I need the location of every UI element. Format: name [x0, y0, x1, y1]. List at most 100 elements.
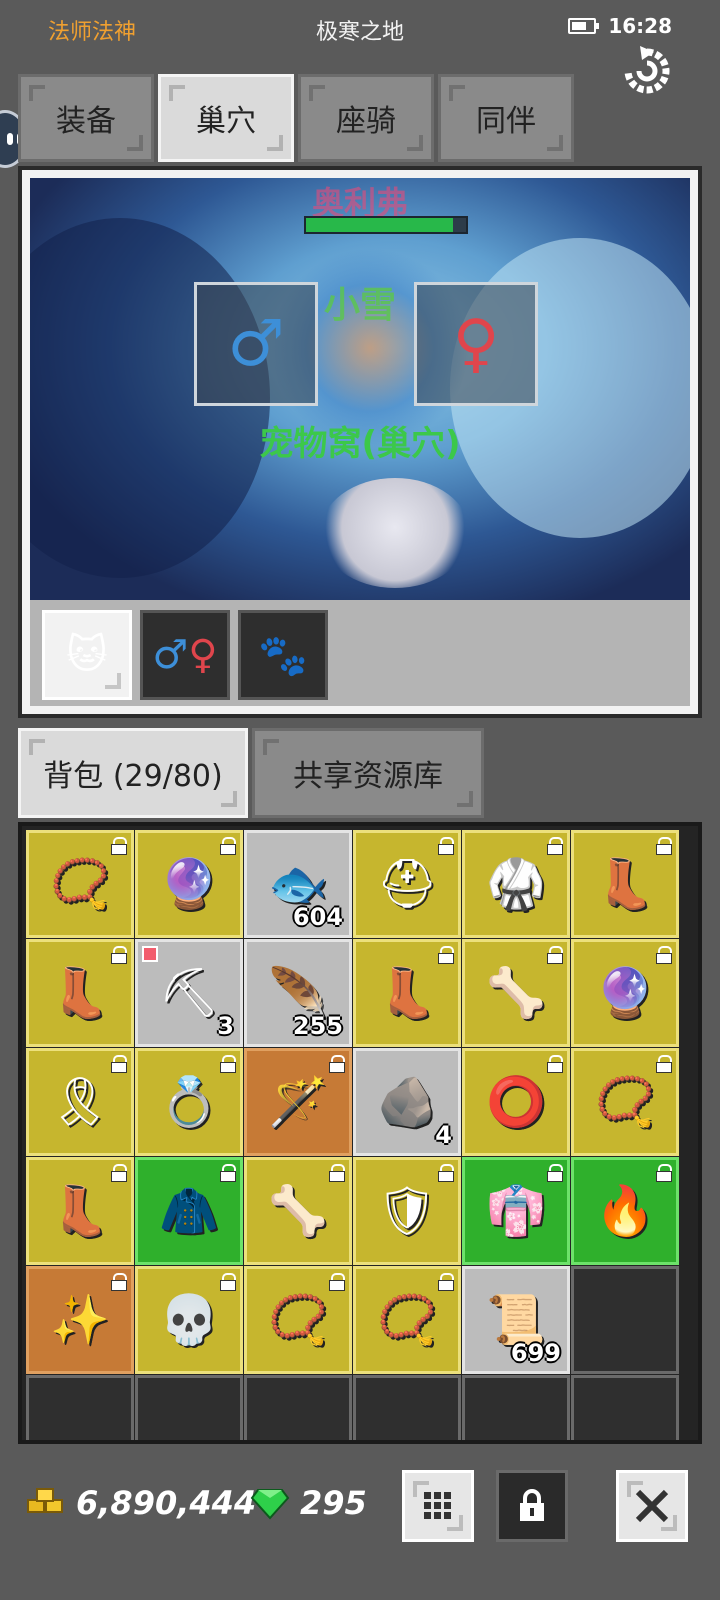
emerald-necklace-icon: 📿	[377, 1292, 437, 1348]
lock-icon	[111, 1164, 127, 1182]
lock-icon	[111, 1055, 127, 1073]
inventory-slot[interactable]: ✨	[26, 1266, 134, 1374]
fire-staff-icon: 🔥	[595, 1183, 655, 1239]
inventory-slot[interactable]: 🪨 4	[353, 1048, 461, 1156]
gold-coins-icon	[27, 1488, 63, 1513]
helmet-icon: ⛑	[376, 856, 438, 912]
item-count: 3	[217, 1012, 234, 1040]
inventory-slot[interactable]: 🪶 255	[244, 939, 352, 1047]
inventory-slot[interactable]: 🔮	[135, 830, 243, 938]
inventory-slot[interactable]: ⭕	[462, 1048, 570, 1156]
subtab-pet[interactable]: 🐱	[42, 610, 132, 700]
empty-slot[interactable]	[353, 1375, 461, 1440]
lock-icon	[656, 837, 672, 855]
lock-icon	[220, 1164, 236, 1182]
inventory-slot[interactable]: ⛏ 3	[135, 939, 243, 1047]
subtab-breed[interactable]: ♂ ♀	[140, 610, 230, 700]
refresh-icon[interactable]	[620, 44, 674, 98]
item-count: 699	[510, 1339, 561, 1367]
ruby-necklace-icon: 📿	[268, 1292, 328, 1348]
lock-icon	[329, 1055, 345, 1073]
female-slot[interactable]: ♀	[414, 282, 538, 406]
sort-button[interactable]	[402, 1470, 474, 1542]
inventory-slot[interactable]: 🎗	[26, 1048, 134, 1156]
battery-icon	[568, 18, 600, 34]
lock-icon	[438, 1164, 454, 1182]
tab-companion[interactable]: 同伴	[438, 74, 574, 162]
close-icon	[635, 1489, 669, 1523]
inventory-slot[interactable]: 👢	[26, 1157, 134, 1265]
empty-slot[interactable]	[244, 1375, 352, 1440]
lock-icon	[220, 837, 236, 855]
gold-amount: 6,890,444	[76, 1484, 257, 1522]
ore-icon: 🪨	[377, 1074, 437, 1130]
inventory-slot[interactable]: 👢	[571, 830, 679, 938]
empty-slot[interactable]	[571, 1266, 679, 1374]
green-robe-icon: 🧥	[159, 1183, 219, 1239]
orb-staff-icon: 🔮	[159, 856, 219, 912]
inventory-slot[interactable]: 👢	[26, 939, 134, 1047]
inventory-slot[interactable]: 🐟 604	[244, 830, 352, 938]
inventory-slot[interactable]: 🥋	[462, 830, 570, 938]
inventory-slot[interactable]: 💀	[135, 1266, 243, 1374]
nest-scene: 奥利弗 小雪 ♂ ♀ 宠物窝(巢穴)	[30, 178, 690, 600]
inventory-slot[interactable]: 🪄	[244, 1048, 352, 1156]
grid-icon	[424, 1492, 451, 1519]
lock-button[interactable]	[496, 1470, 568, 1542]
tab-shared-storage[interactable]: 共享资源库	[252, 728, 484, 818]
inventory-slot[interactable]: 👘	[462, 1157, 570, 1265]
lock-icon	[111, 837, 127, 855]
boots-icon: 👢	[595, 856, 655, 912]
inventory-slot[interactable]: 👢	[353, 939, 461, 1047]
empty-slot[interactable]	[571, 1375, 679, 1440]
inventory-slot[interactable]: 🦴	[462, 939, 570, 1047]
tab-mount[interactable]: 座骑	[298, 74, 434, 162]
shovel-icon: ⛏	[158, 965, 220, 1021]
inventory-grid: 📿 🔮 🐟 604 ⛑ 🥋 👢 👢 ⛏ 3 🪶 255 👢 🦴 🔮 🎗 💍 🪄 🪨 4 ⭕ 📿 👢 🧥 🦴 🛡 👘 🔥 ✨ 💀 📿 📿 📜 699	[18, 822, 702, 1444]
belt-icon: 🎗	[49, 1074, 111, 1130]
male-slot[interactable]: ♂	[194, 282, 318, 406]
subtab-paws[interactable]: 🐾	[238, 610, 328, 700]
close-button[interactable]	[616, 1470, 688, 1542]
lock-icon	[520, 1489, 544, 1521]
empty-slot[interactable]	[462, 1375, 570, 1440]
lock-icon	[547, 837, 563, 855]
inventory-slot[interactable]: 📿	[244, 1266, 352, 1374]
lock-icon	[438, 1273, 454, 1291]
orb-staff-icon: 🔮	[595, 965, 655, 1021]
inventory-slot[interactable]: ⛑	[353, 830, 461, 938]
lock-icon	[329, 1273, 345, 1291]
boots-icon: 👢	[50, 1183, 110, 1239]
status-bar: 法师法神 极寒之地 16:28	[0, 0, 720, 60]
tab-equipment[interactable]: 装备	[18, 74, 154, 162]
wand-icon: 🪄	[268, 1074, 328, 1130]
inventory-slot[interactable]: 🧥	[135, 1157, 243, 1265]
tab-nest[interactable]: 巢穴	[158, 74, 294, 162]
inventory-slot[interactable]: 📿	[26, 830, 134, 938]
lock-icon	[547, 1164, 563, 1182]
tab-backpack[interactable]: 背包 (29/80)	[18, 728, 248, 818]
pet-nickname: 小雪	[323, 285, 396, 326]
inventory-slot[interactable]: 🔮	[571, 939, 679, 1047]
inventory-slot[interactable]: 🛡	[353, 1157, 461, 1265]
ruby-necklace-icon: 📿	[595, 1074, 655, 1130]
new-item-badge	[142, 946, 158, 962]
inventory-slot[interactable]: 📿	[571, 1048, 679, 1156]
empty-slot[interactable]	[26, 1375, 134, 1440]
gold-ring-icon: 💍	[159, 1074, 219, 1130]
lock-icon	[438, 946, 454, 964]
boots-icon: 👢	[50, 965, 110, 1021]
blue-feather-icon: 🪶	[268, 965, 328, 1021]
lock-icon	[438, 837, 454, 855]
inventory-slot[interactable]: 📿	[353, 1266, 461, 1374]
inventory-slot[interactable]: 💍	[135, 1048, 243, 1156]
lock-icon	[547, 1055, 563, 1073]
empty-slot[interactable]	[135, 1375, 243, 1440]
paws-icon: 🐾	[258, 632, 308, 679]
item-count: 255	[292, 1012, 343, 1040]
nest-subtab-bar: 🐱 ♂ ♀ 🐾	[30, 600, 690, 706]
inventory-slot[interactable]: 📜 699	[462, 1266, 570, 1374]
inventory-slot[interactable]: 🦴	[244, 1157, 352, 1265]
inventory-slot[interactable]: 🔥	[571, 1157, 679, 1265]
emerald-gem-icon	[250, 1489, 290, 1520]
